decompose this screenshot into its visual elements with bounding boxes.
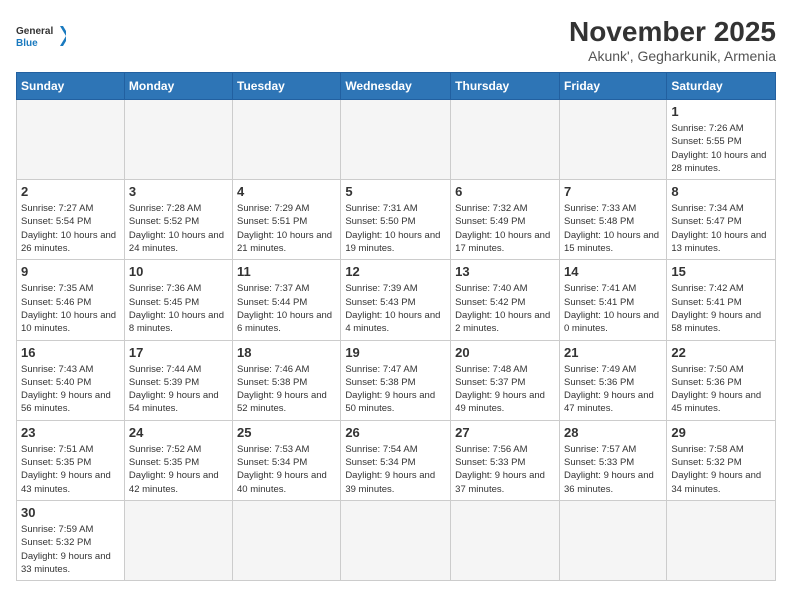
month-title: November 2025 <box>569 16 776 48</box>
calendar-table: Sunday Monday Tuesday Wednesday Thursday… <box>16 72 776 581</box>
page-header: General Blue November 2025 Akunk', Gegha… <box>16 16 776 64</box>
day-1: 1 Sunrise: 7:26 AMSunset: 5:55 PMDayligh… <box>667 100 776 180</box>
day-11: 11 Sunrise: 7:37 AMSunset: 5:44 PMDaylig… <box>233 260 341 340</box>
header-friday: Friday <box>559 73 666 100</box>
day-28: 28 Sunrise: 7:57 AMSunset: 5:33 PMDaylig… <box>559 420 666 500</box>
day-2: 2 Sunrise: 7:27 AMSunset: 5:54 PMDayligh… <box>17 180 125 260</box>
table-row: 23 Sunrise: 7:51 AMSunset: 5:35 PMDaylig… <box>17 420 776 500</box>
table-row: 9 Sunrise: 7:35 AMSunset: 5:46 PMDayligh… <box>17 260 776 340</box>
table-row: 16 Sunrise: 7:43 AMSunset: 5:40 PMDaylig… <box>17 340 776 420</box>
day-5: 5 Sunrise: 7:31 AMSunset: 5:50 PMDayligh… <box>341 180 451 260</box>
title-area: November 2025 Akunk', Gegharkunik, Armen… <box>569 16 776 64</box>
day-16: 16 Sunrise: 7:43 AMSunset: 5:40 PMDaylig… <box>17 340 125 420</box>
logo: General Blue <box>16 16 66 56</box>
table-row: 2 Sunrise: 7:27 AMSunset: 5:54 PMDayligh… <box>17 180 776 260</box>
empty-cell <box>124 100 232 180</box>
day-22: 22 Sunrise: 7:50 AMSunset: 5:36 PMDaylig… <box>667 340 776 420</box>
header-sunday: Sunday <box>17 73 125 100</box>
day-21: 21 Sunrise: 7:49 AMSunset: 5:36 PMDaylig… <box>559 340 666 420</box>
empty-cell <box>341 100 451 180</box>
header-tuesday: Tuesday <box>233 73 341 100</box>
day-18: 18 Sunrise: 7:46 AMSunset: 5:38 PMDaylig… <box>233 340 341 420</box>
generalblue-logo-icon: General Blue <box>16 16 66 56</box>
day-4: 4 Sunrise: 7:29 AMSunset: 5:51 PMDayligh… <box>233 180 341 260</box>
header-wednesday: Wednesday <box>341 73 451 100</box>
empty-cell <box>559 500 666 580</box>
day-27: 27 Sunrise: 7:56 AMSunset: 5:33 PMDaylig… <box>451 420 560 500</box>
empty-cell <box>341 500 451 580</box>
day-9: 9 Sunrise: 7:35 AMSunset: 5:46 PMDayligh… <box>17 260 125 340</box>
day-info: Sunrise: 7:26 AMSunset: 5:55 PMDaylight:… <box>671 122 771 175</box>
day-3: 3 Sunrise: 7:28 AMSunset: 5:52 PMDayligh… <box>124 180 232 260</box>
day-7: 7 Sunrise: 7:33 AMSunset: 5:48 PMDayligh… <box>559 180 666 260</box>
svg-text:Blue: Blue <box>16 38 38 49</box>
day-6: 6 Sunrise: 7:32 AMSunset: 5:49 PMDayligh… <box>451 180 560 260</box>
day-15: 15 Sunrise: 7:42 AMSunset: 5:41 PMDaylig… <box>667 260 776 340</box>
empty-cell <box>233 100 341 180</box>
header-saturday: Saturday <box>667 73 776 100</box>
svg-text:General: General <box>16 26 53 37</box>
day-20: 20 Sunrise: 7:48 AMSunset: 5:37 PMDaylig… <box>451 340 560 420</box>
day-13: 13 Sunrise: 7:40 AMSunset: 5:42 PMDaylig… <box>451 260 560 340</box>
empty-cell <box>667 500 776 580</box>
empty-cell <box>17 100 125 180</box>
day-26: 26 Sunrise: 7:54 AMSunset: 5:34 PMDaylig… <box>341 420 451 500</box>
day-14: 14 Sunrise: 7:41 AMSunset: 5:41 PMDaylig… <box>559 260 666 340</box>
day-24: 24 Sunrise: 7:52 AMSunset: 5:35 PMDaylig… <box>124 420 232 500</box>
empty-cell <box>451 500 560 580</box>
day-8: 8 Sunrise: 7:34 AMSunset: 5:47 PMDayligh… <box>667 180 776 260</box>
day-25: 25 Sunrise: 7:53 AMSunset: 5:34 PMDaylig… <box>233 420 341 500</box>
table-row: 30 Sunrise: 7:59 AMSunset: 5:32 PMDaylig… <box>17 500 776 580</box>
day-17: 17 Sunrise: 7:44 AMSunset: 5:39 PMDaylig… <box>124 340 232 420</box>
header-monday: Monday <box>124 73 232 100</box>
header-thursday: Thursday <box>451 73 560 100</box>
day-10: 10 Sunrise: 7:36 AMSunset: 5:45 PMDaylig… <box>124 260 232 340</box>
empty-cell <box>124 500 232 580</box>
empty-cell <box>451 100 560 180</box>
day-19: 19 Sunrise: 7:47 AMSunset: 5:38 PMDaylig… <box>341 340 451 420</box>
location-title: Akunk', Gegharkunik, Armenia <box>569 48 776 64</box>
day-30: 30 Sunrise: 7:59 AMSunset: 5:32 PMDaylig… <box>17 500 125 580</box>
day-number: 1 <box>671 104 771 119</box>
empty-cell <box>559 100 666 180</box>
day-23: 23 Sunrise: 7:51 AMSunset: 5:35 PMDaylig… <box>17 420 125 500</box>
day-29: 29 Sunrise: 7:58 AMSunset: 5:32 PMDaylig… <box>667 420 776 500</box>
weekday-header-row: Sunday Monday Tuesday Wednesday Thursday… <box>17 73 776 100</box>
empty-cell <box>233 500 341 580</box>
day-12: 12 Sunrise: 7:39 AMSunset: 5:43 PMDaylig… <box>341 260 451 340</box>
table-row: 1 Sunrise: 7:26 AMSunset: 5:55 PMDayligh… <box>17 100 776 180</box>
